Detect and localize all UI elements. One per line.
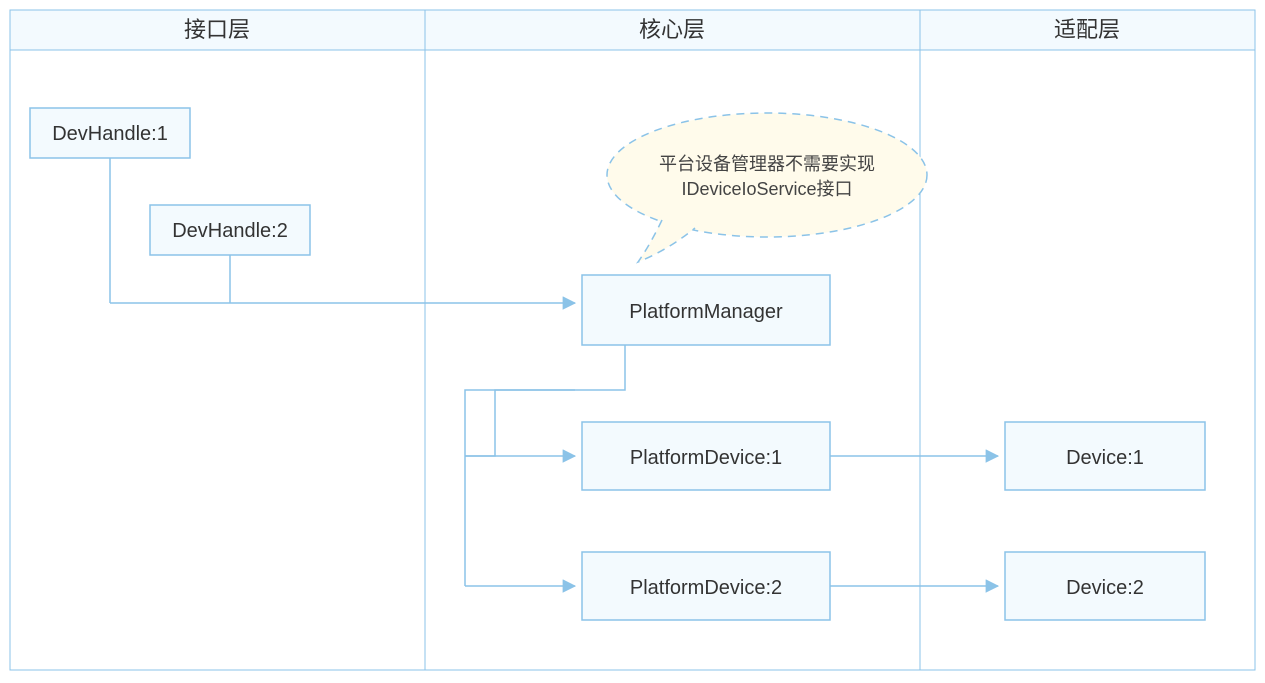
- col-core-title: 核心层: [639, 17, 705, 42]
- label-devhandle2: DevHandle:2: [172, 220, 288, 242]
- note-line2: IDeviceIoService接口: [681, 179, 852, 199]
- note-line1: 平台设备管理器不需要实现: [659, 154, 875, 174]
- label-device1: Device:1: [1066, 447, 1144, 469]
- label-device2: Device:2: [1066, 577, 1144, 599]
- label-platformmanager: PlatformManager: [629, 301, 783, 323]
- note-bubble: [607, 113, 927, 237]
- label-devhandle1: DevHandle:1: [52, 123, 168, 145]
- col-adapter-title: 适配层: [1054, 17, 1120, 42]
- label-platformdevice1: PlatformDevice:1: [630, 447, 782, 469]
- architecture-diagram: 接口层 核心层 适配层 平台设备管理器不需要实现 IDeviceIoServic…: [0, 0, 1265, 683]
- label-platformdevice2: PlatformDevice:2: [630, 577, 782, 599]
- col-interface-title: 接口层: [184, 17, 250, 42]
